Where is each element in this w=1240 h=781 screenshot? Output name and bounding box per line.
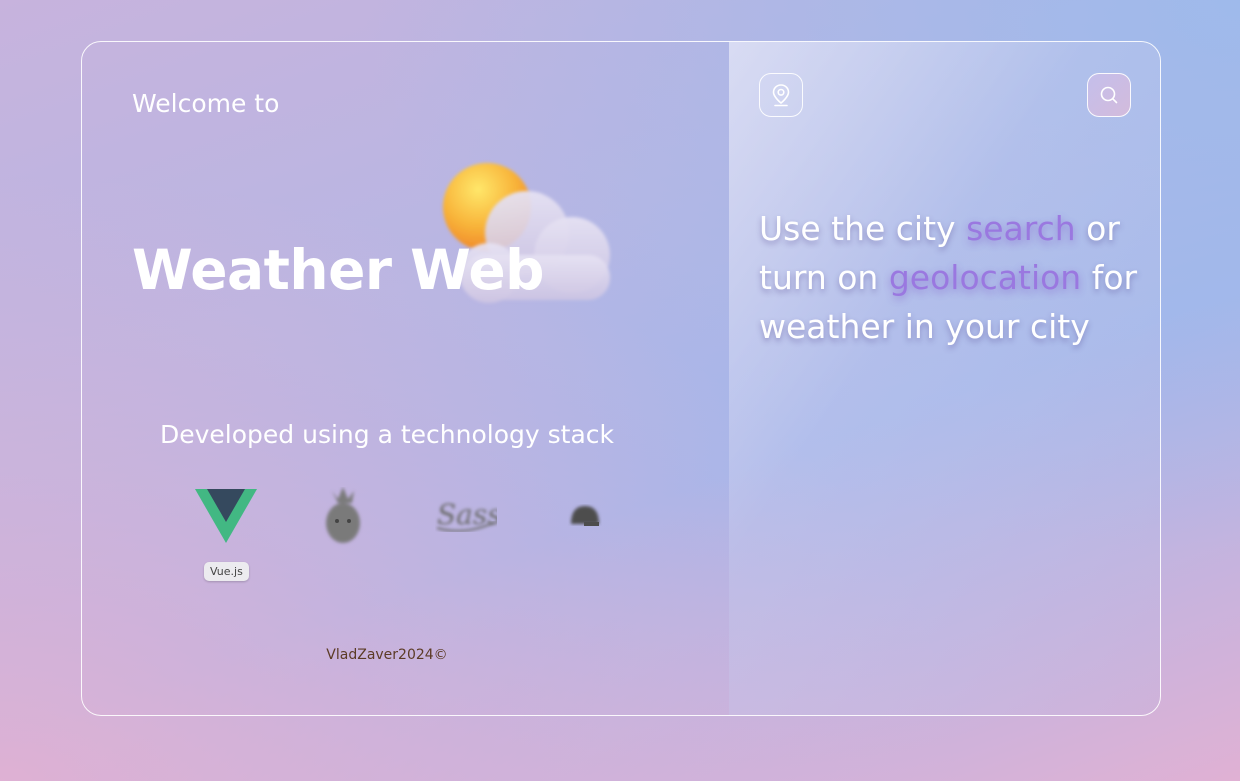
- search-button[interactable]: [1087, 73, 1131, 117]
- stack-heading: Developed using a technology stack: [160, 420, 614, 449]
- welcome-text: Welcome to: [132, 89, 280, 118]
- tech-tooltip: Vue.js: [204, 562, 249, 581]
- search-link[interactable]: search: [966, 209, 1076, 248]
- map-pin-icon: [772, 84, 790, 107]
- pinia-logo-icon[interactable]: [320, 487, 366, 547]
- svg-text:Sass: Sass: [437, 498, 497, 531]
- footer-copyright: VladZaver2024©: [326, 647, 448, 663]
- welcome-panel: Welcome to Weather Web Developed using a…: [82, 42, 729, 715]
- weather-panel: Use the city search or turn on geolocati…: [729, 42, 1160, 715]
- app-title: Weather Web: [132, 238, 545, 302]
- search-icon: [1100, 86, 1118, 104]
- vue-logo-icon[interactable]: [195, 489, 257, 543]
- dark-logo-icon[interactable]: [568, 502, 602, 530]
- sass-logo-icon[interactable]: Sass: [435, 492, 497, 540]
- main-card: Welcome to Weather Web Developed using a…: [81, 41, 1161, 716]
- prompt-text: Use the city search or turn on geolocati…: [759, 204, 1149, 351]
- geolocation-button[interactable]: [759, 73, 803, 117]
- prompt-part-1: Use the city: [759, 209, 967, 248]
- geolocation-link[interactable]: geolocation: [889, 258, 1081, 297]
